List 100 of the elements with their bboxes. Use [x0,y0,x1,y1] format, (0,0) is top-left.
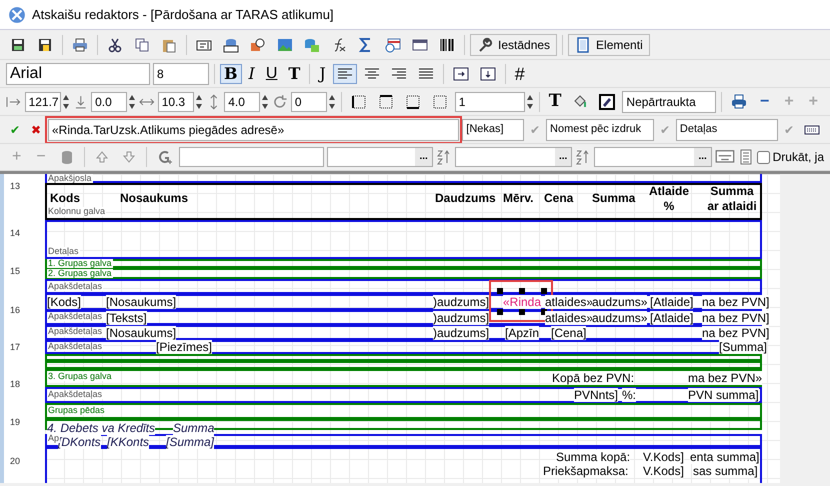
browse-field[interactable]: ... [454,147,572,167]
report-field[interactable]: atlaides» [545,295,594,309]
report-field[interactable]: PVNnts] [574,388,618,402]
format-button[interactable]: T [284,64,304,84]
dropdown-select[interactable]: Nomest pēc izdruk [546,118,654,140]
align-left-icon[interactable] [336,66,353,82]
browse-button[interactable]: ... [415,148,432,166]
report-field[interactable]: Priekšapmaksa: [543,464,628,478]
cut-icon[interactable] [107,36,123,52]
cancel-button[interactable]: ✖ [27,122,45,138]
number-field[interactable]: 121.7 [24,92,61,112]
column-header[interactable]: Nosaukums [120,191,188,205]
report-field[interactable]: [Summa] [719,340,768,354]
browse-button[interactable]: ... [694,148,711,166]
zoom-button[interactable]: − [754,92,776,110]
report-field[interactable]: [KKonts [107,435,150,449]
border-width-field[interactable]: 1 [454,92,525,112]
report-field[interactable]: audzums» [592,295,648,309]
align-center-icon[interactable] [364,66,380,82]
save-icon[interactable] [10,36,26,52]
report-field[interactable]: V.Kods] [643,464,684,478]
report-field[interactable]: na bez PVN] [702,311,770,325]
bottom-border-icon[interactable] [404,94,421,110]
report-field[interactable]: [Nosaukums] [106,326,176,340]
report-field[interactable]: na bez PVN] [702,295,770,309]
report-field[interactable]: [DKonts [58,435,101,449]
report-field[interactable]: )audzums] [433,326,490,340]
report-field[interactable]: [Teksts] [106,311,147,325]
report-field[interactable]: [Atlaide] [650,295,694,309]
column-header[interactable]: Cena [544,191,574,205]
spin-arrows-icon[interactable] [261,92,270,110]
dropdown-select[interactable]: Detaļas [676,118,778,140]
empty-field[interactable] [178,147,324,167]
resize-handle[interactable] [497,288,503,294]
checkbox[interactable] [756,150,770,164]
report-field[interactable]: atlaides» [545,311,594,325]
sort-icon[interactable] [436,149,452,165]
resize-handle[interactable] [519,309,525,315]
report-field[interactable]: Summa [173,421,214,435]
color-icon[interactable] [599,94,616,110]
browse-button[interactable]: ... [554,148,572,166]
no-border-icon[interactable] [432,94,448,110]
font-select[interactable]: Arial [6,62,150,84]
report-field[interactable]: PVN summa] [688,388,759,402]
report-field[interactable]: [Atlaide] [650,311,694,325]
report-field[interactable]: [Nosaukums] [106,295,176,309]
sort-icon[interactable] [575,149,592,165]
number-field[interactable]: 10.3 [158,92,194,112]
browse-field[interactable]: ... [327,147,433,167]
justify-icon[interactable] [418,66,434,82]
report-field[interactable]: [Summa] [166,435,214,449]
align-right-icon[interactable] [390,66,407,82]
spin-arrows-icon[interactable] [194,92,203,110]
format-button[interactable]: B [220,64,242,84]
report-field[interactable]: audzums» [592,311,648,325]
number-field[interactable]: 0 [290,92,327,112]
toolbar-button[interactable]: Iestādnes [470,34,558,56]
lines-icon[interactable] [738,149,754,165]
report-field[interactable]: [Cena] [551,326,586,340]
fill-bucket-icon[interactable] [572,94,588,110]
report-field[interactable]: [Apzīn [505,326,540,340]
resize-handle[interactable] [519,288,525,294]
browse-field[interactable]: ... [594,147,712,167]
report-field[interactable]: na bez PVN] [702,326,770,340]
print-preview-icon[interactable] [72,36,88,52]
image-icon[interactable] [277,36,293,52]
resize-handle[interactable] [541,288,547,294]
report-field[interactable]: Kopā bez PVN: [552,371,634,385]
dropdown-select[interactable]: [Nekas] [462,118,524,140]
printer-icon[interactable] [730,94,747,110]
expression-field[interactable]: «Rinda.TarUzsk.Atlikums piegādes adresē» [48,118,460,140]
report-field[interactable]: [Kods] [47,295,82,309]
report-field[interactable]: ma bez PVN» [688,371,762,385]
column-header[interactable]: Summa ar atlaidi [704,184,760,214]
spin-arrows-icon[interactable] [328,92,336,110]
copy-icon[interactable] [134,36,150,52]
report-field[interactable]: %: [622,388,636,402]
calendar-icon[interactable] [385,36,401,52]
format-button[interactable]: I [244,64,259,84]
report-field[interactable]: enta summa] [690,450,760,464]
resize-handle[interactable] [497,309,503,315]
report-field[interactable]: sas summa] [693,464,758,478]
shape-icon[interactable] [250,36,266,52]
report-field[interactable]: )audzums] [433,295,490,309]
column-header[interactable]: Summa [592,191,636,205]
grid-button[interactable]: # [510,62,529,84]
expand-icon[interactable] [452,66,469,82]
toolbar-button[interactable]: Elementi [568,34,650,56]
column-header[interactable]: Daudzums [435,191,496,205]
report-field[interactable]: 4. Debets va Kredīts [47,421,156,435]
spin-arrows-icon[interactable] [128,92,136,110]
left-border-icon[interactable] [350,94,367,110]
top-border-icon[interactable] [378,94,394,110]
database-field-icon[interactable] [223,36,239,52]
barcode-icon[interactable] [439,36,455,52]
window-icon[interactable] [412,36,428,52]
text-button[interactable]: T [544,91,566,112]
number-field[interactable]: 0.0 [91,92,128,112]
report-field[interactable]: )audzums] [433,311,490,325]
column-header[interactable]: Kods [50,191,80,205]
